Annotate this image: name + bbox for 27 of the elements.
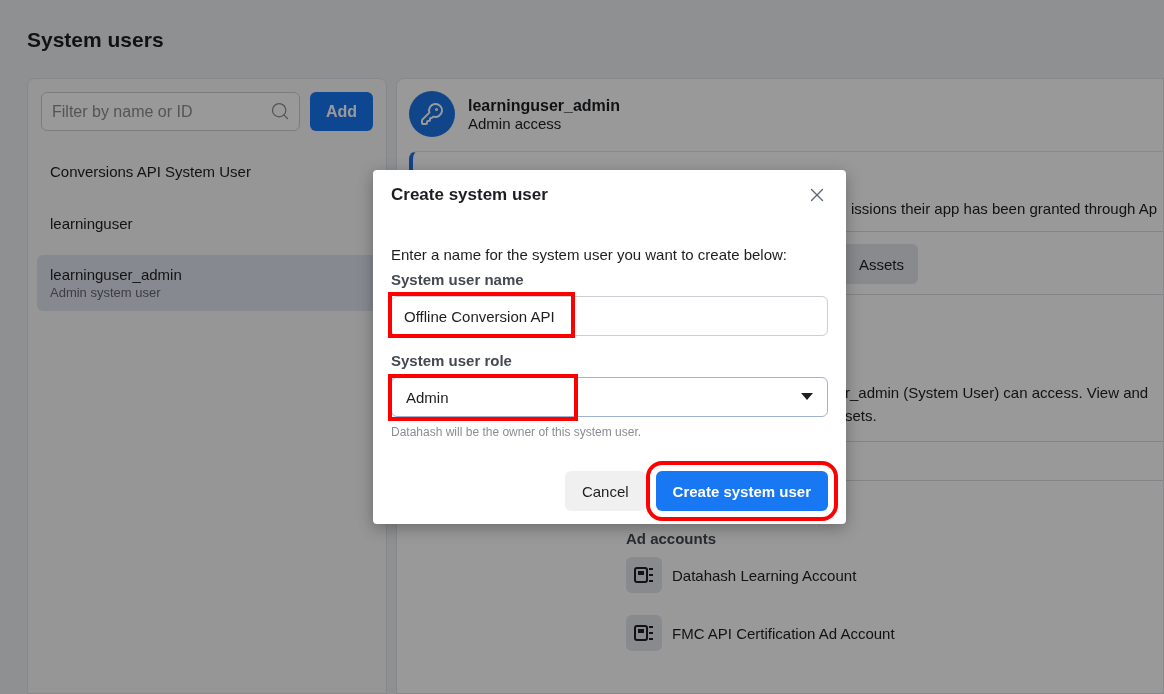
- page-title: System users: [27, 28, 165, 52]
- ad-account-name[interactable]: FMC API Certification Ad Account: [672, 624, 895, 642]
- search-icon: [270, 101, 290, 121]
- assets-description: sets.: [845, 406, 878, 426]
- dialog-intro: Enter a name for the system user you want to create below:: [391, 246, 789, 263]
- user-list-item[interactable]: Conversions API System User: [37, 151, 377, 191]
- access-level: Admin access: [468, 114, 563, 132]
- notice-text: issions their app has been granted through Ap: [851, 200, 1158, 217]
- user-name: Conversions API System User: [50, 162, 252, 180]
- caret-icon: [801, 393, 813, 401]
- ad-account-icon: [626, 615, 662, 651]
- ad-account-icon: [626, 557, 662, 593]
- dialog-title: Create system user: [391, 185, 548, 205]
- field-label: System user role: [391, 352, 513, 369]
- user-name: learninguser_admin: [50, 266, 183, 283]
- helper-text: Datahash will be the owner of this system user.: [391, 425, 643, 439]
- key-icon: [409, 91, 455, 137]
- ad-account-name[interactable]: Datahash Learning Account: [672, 566, 857, 584]
- field-label: System user name: [391, 271, 525, 288]
- user-name: learninguser: [50, 214, 134, 232]
- user-role: Admin system user: [50, 285, 162, 300]
- section-title: Ad accounts: [626, 530, 717, 547]
- search-field[interactable]: Filter by name or ID: [41, 92, 300, 131]
- user-list-item[interactable]: learninguser: [37, 203, 377, 243]
- cancel-button[interactable]: Cancel: [564, 471, 646, 511]
- assets-description: r_admin (System User) can access. View and: [845, 383, 1150, 403]
- user-name: learninguser_admin: [468, 96, 621, 115]
